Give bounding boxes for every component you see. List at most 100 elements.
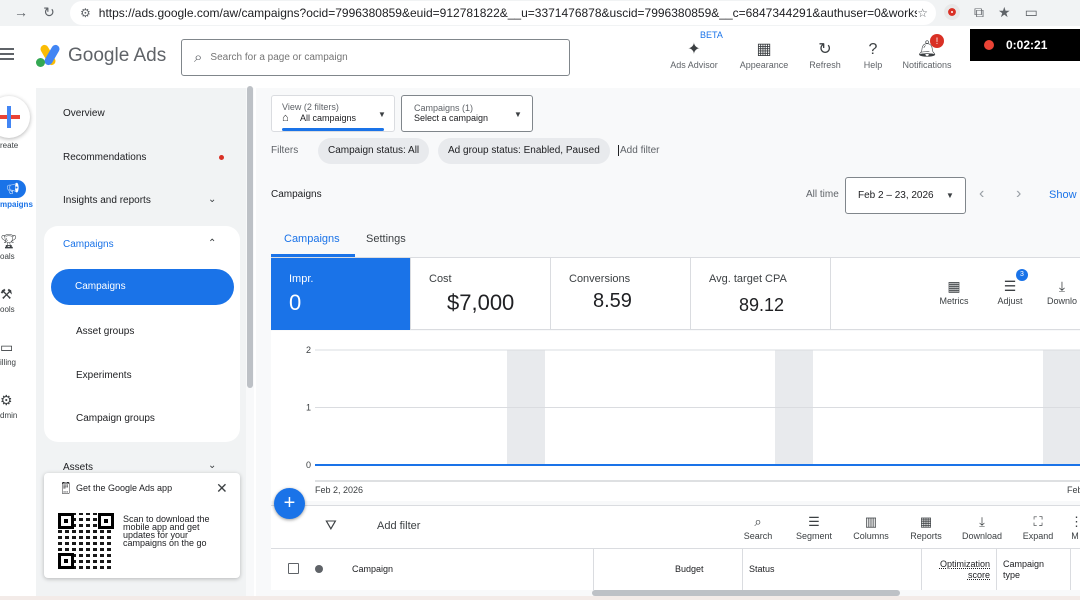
y-tick-label: 0 [306,460,311,470]
beta-label: BETA [700,30,723,40]
rail-campaigns[interactable]: 📢︎ mpaigns [0,180,36,209]
sidebar-scrollbar-thumb[interactable] [247,86,253,388]
expand-button[interactable]: ⛶ Expand [1019,514,1057,541]
chevron-up-icon[interactable]: ⌃ [208,238,216,249]
refresh-button[interactable]: ↻ Refresh [805,40,845,70]
more-button[interactable]: ⋮ M [1070,514,1080,541]
scorecard-impressions[interactable]: Impr. 0 [271,258,411,330]
scorecard-label: Avg. target CPA [709,273,787,285]
rail-label: illing [0,358,17,367]
reports-button[interactable]: ▦ Reports [905,514,947,541]
tab-settings[interactable]: Settings [366,233,406,245]
adjust-button[interactable]: ☰ Adjust [993,278,1027,306]
date-range-picker[interactable]: Feb 2 – 23, 2026 ▼ [845,177,966,214]
table-download-button[interactable]: ⤓ Download [959,514,1005,541]
rail-billing[interactable]: ▭ illing [0,339,36,367]
app-promo-body: Scan to download the mobile app and get … [123,514,210,548]
more-icon: ⋮ [1070,514,1080,529]
scorecard-value: 0 [289,290,302,315]
select-all-checkbox[interactable] [288,563,299,574]
sidebar-item-assets[interactable]: Assets [63,462,93,473]
sidebar-item-overview[interactable]: Overview [63,108,105,119]
table-add-filter[interactable]: Add filter [377,520,420,532]
tool-label: Downlo [1046,296,1077,306]
column-header-status[interactable]: Status [749,564,775,574]
filter-icon[interactable]: ⛛ [325,517,337,534]
extensions-puzzle-icon[interactable]: ⧉ [974,4,984,21]
sidebar-item-insights[interactable]: Insights and reports [63,195,151,206]
card-icon: ▭ [0,339,14,355]
sidebar-item-asset-groups[interactable]: Asset groups [76,326,134,337]
columns-icon: ▥ [864,514,878,529]
filter-chip-ad-group-status[interactable]: Ad group status: Enabled, Paused [438,138,610,164]
metrics-button[interactable]: ▦ Metrics [934,278,974,306]
extension-recorder-icon[interactable] [944,4,960,20]
sidebar-item-experiments[interactable]: Experiments [76,370,132,381]
sidebar-item-campaign-groups[interactable]: Campaign groups [76,413,155,424]
bell-icon: 🔔︎ [916,41,938,58]
segment-icon: ☰ [808,514,820,529]
ads-advisor-button[interactable]: ✦ Ads Advisor [666,40,722,70]
dropdown-arrow-icon: ▼ [946,191,954,200]
chevron-down-icon[interactable]: ⌄ [208,194,216,205]
column-header-campaign[interactable]: Campaign [352,564,393,574]
bookmark-star-icon[interactable]: ☆ [917,6,928,20]
scorecard-cost[interactable]: Cost $7,000 [411,258,551,330]
add-filter-input[interactable]: Add filter [618,145,659,156]
search-input[interactable] [210,52,531,63]
segment-button[interactable]: ☰ Segment [792,514,836,541]
view-filter-dropdown[interactable]: View (2 filters) ⌂ All campaigns ▼ [271,95,395,132]
scorecard-conversions[interactable]: Conversions 8.59 [551,258,691,330]
scorecard-value: 89.12 [739,295,785,315]
ads-header: Google Ads ⌕ BETA ✦ Ads Advisor ▦ Appear… [0,26,1080,88]
search-icon: ⌕ [754,514,762,529]
tab-campaigns[interactable]: Campaigns [284,233,340,245]
rail-admin[interactable]: ⚙ dmin [0,392,36,420]
table-search-button[interactable]: ⌕ Search [740,514,776,541]
global-search[interactable]: ⌕ [181,39,570,76]
screen-recorder[interactable]: 0:02:21 [970,29,1080,61]
rail-goals[interactable]: 🏆︎ oals [0,233,36,261]
site-info-icon[interactable]: ⚙ [80,6,91,20]
sidebar-item-campaigns[interactable]: Campaigns [51,269,234,305]
menu-icon[interactable] [0,48,14,63]
tool-label: Adjust [997,296,1023,306]
qr-finder [58,553,74,569]
bookmarks-icon[interactable]: ★ [998,4,1011,21]
google-ads-logo[interactable]: Google Ads [34,43,166,68]
show-link[interactable]: Show [1049,189,1077,201]
rail-tools[interactable]: ⚒ ools [0,286,36,314]
column-header-optimization-score[interactable]: Optimization score [932,559,990,581]
sidebar-item-campaigns-group[interactable]: Campaigns [63,239,114,250]
tool-label: Refresh [809,60,841,70]
column-header-budget[interactable]: Budget [675,564,704,574]
filter-chip-campaign-status[interactable]: Campaign status: All [318,138,430,164]
forward-icon[interactable]: → [8,4,34,20]
help-button[interactable]: ? Help [856,40,890,70]
create-button[interactable] [0,96,30,138]
reload-icon[interactable]: ↻ [36,4,62,21]
appearance-button[interactable]: ▦ Appearance [735,40,793,70]
sidebar-item-recommendations[interactable]: Recommendations [63,152,146,163]
column-header-campaign-type[interactable]: Campaign type [1003,559,1063,581]
extension-bar: ⧉ ★ ▭ [944,4,1038,21]
previous-period-icon[interactable]: ‹ [979,185,984,203]
scorecard-avg-target-cpa[interactable]: Avg. target CPA 89.12 [691,258,831,330]
campaign-select-dropdown[interactable]: Campaigns (1) Select a campaign ▼ [401,95,533,132]
download-icon: ⤓ [1058,278,1066,294]
download-chart-button[interactable]: ⤓ Downlo [1044,278,1080,306]
next-period-icon[interactable]: › [1016,185,1021,203]
rail-create-label[interactable]: reate [0,141,36,150]
close-icon[interactable]: ✕ [216,480,228,497]
dropdown-arrow-icon: ▼ [514,110,522,119]
columns-button[interactable]: ▥ Columns [850,514,892,541]
app-promo-card: 📱︎ Get the Google Ads app ✕ Scan to down… [44,473,240,578]
cast-icon[interactable]: ▭ [1025,4,1038,21]
add-campaign-button[interactable]: + [274,488,305,519]
url-text: https://ads.google.com/aw/campaigns?ocid… [98,6,918,20]
chevron-down-icon[interactable]: ⌄ [208,460,216,471]
dropdown-arrow-icon: ▼ [378,110,386,119]
page-title: Campaigns [271,189,322,200]
address-bar[interactable]: ⚙ https://ads.google.com/aw/campaigns?oc… [70,1,936,25]
notifications-button[interactable]: 🔔︎ Notifications [898,40,956,70]
